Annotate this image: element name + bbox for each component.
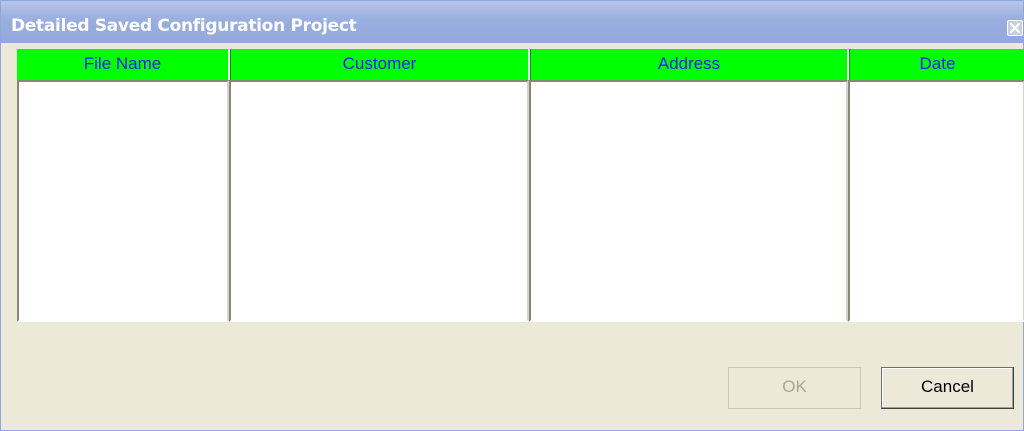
ok-button[interactable]: OK	[728, 367, 861, 409]
column-header-file-name[interactable]: File Name	[17, 49, 228, 80]
title-bar[interactable]: Detailed Saved Configuration Project	[1, 1, 1023, 43]
table-body[interactable]	[17, 80, 1024, 322]
column-header-customer[interactable]: Customer	[231, 49, 528, 80]
close-button[interactable]	[1007, 20, 1023, 36]
ok-button-label: OK	[782, 377, 807, 396]
close-icon	[1010, 23, 1020, 33]
column-cells-address[interactable]	[529, 80, 848, 322]
dialog-window: Detailed Saved Configuration Project Fil…	[0, 0, 1024, 431]
cancel-button[interactable]: Cancel	[881, 367, 1014, 409]
column-cells-file-name[interactable]	[17, 80, 229, 322]
column-header-date[interactable]: Date	[850, 49, 1024, 80]
column-header-address[interactable]: Address	[531, 49, 847, 80]
cancel-button-label: Cancel	[921, 377, 974, 396]
window-title: Detailed Saved Configuration Project	[11, 16, 357, 36]
column-cells-customer[interactable]	[229, 80, 529, 322]
projects-table[interactable]: File Name Customer Address Date	[17, 49, 1024, 322]
column-cells-date[interactable]	[848, 80, 1024, 322]
